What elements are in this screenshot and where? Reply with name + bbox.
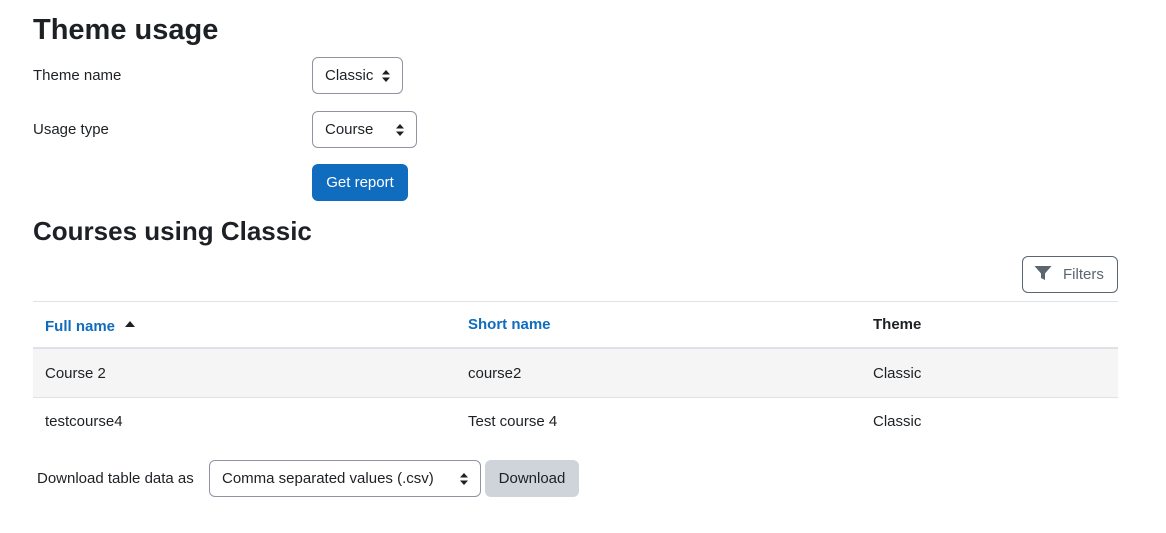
column-header-label[interactable]: Full name [45,318,115,335]
sort-ascending-icon [125,314,136,331]
cell-full-name: testcourse4 [45,413,123,430]
download-button[interactable]: Download [485,460,579,497]
cell-full-name: Course 2 [45,364,106,382]
select-arrows-icon [382,69,390,82]
table-row: testcourse4 Test course 4 Classic [33,397,1118,445]
usage-type-label: Usage type [33,121,109,138]
select-arrows-icon [396,123,404,136]
table-header-row: Full name Short name Theme [33,301,1118,349]
table-row: Course 2 course2 Classic [33,349,1118,397]
cell-short-name: course2 [468,364,522,382]
download-format-select-value: Comma separated values (.csv) [222,470,434,487]
courses-table: Full name Short name Theme Course 2 cour… [33,301,1118,445]
column-header-label: Theme [873,316,922,333]
filters-button[interactable]: Filters [1022,256,1118,293]
usage-type-select[interactable]: Course [312,111,417,148]
download-format-select[interactable]: Comma separated values (.csv) [209,460,481,497]
cell-theme: Classic [873,413,922,430]
column-header-short-name[interactable]: Short name [456,316,861,333]
download-format-label: Download table data as [37,470,194,487]
column-header-label[interactable]: Short name [468,316,551,333]
usage-type-select-value: Course [325,121,374,138]
column-header-full-name[interactable]: Full name [33,314,456,335]
theme-name-select-value: Classic [325,67,374,84]
get-report-button[interactable]: Get report [312,164,408,201]
theme-name-select[interactable]: Classic [312,57,403,94]
theme-name-label: Theme name [33,67,122,84]
cell-theme: Classic [873,364,922,382]
report-title: Courses using Classic [33,216,312,246]
select-arrows-icon [460,472,468,485]
filters-button-label: Filters [1063,266,1104,283]
cell-short-name: Test course 4 [468,413,558,430]
column-header-theme: Theme [861,316,1118,333]
page-title: Theme usage [33,14,219,46]
filter-icon [1034,265,1052,285]
